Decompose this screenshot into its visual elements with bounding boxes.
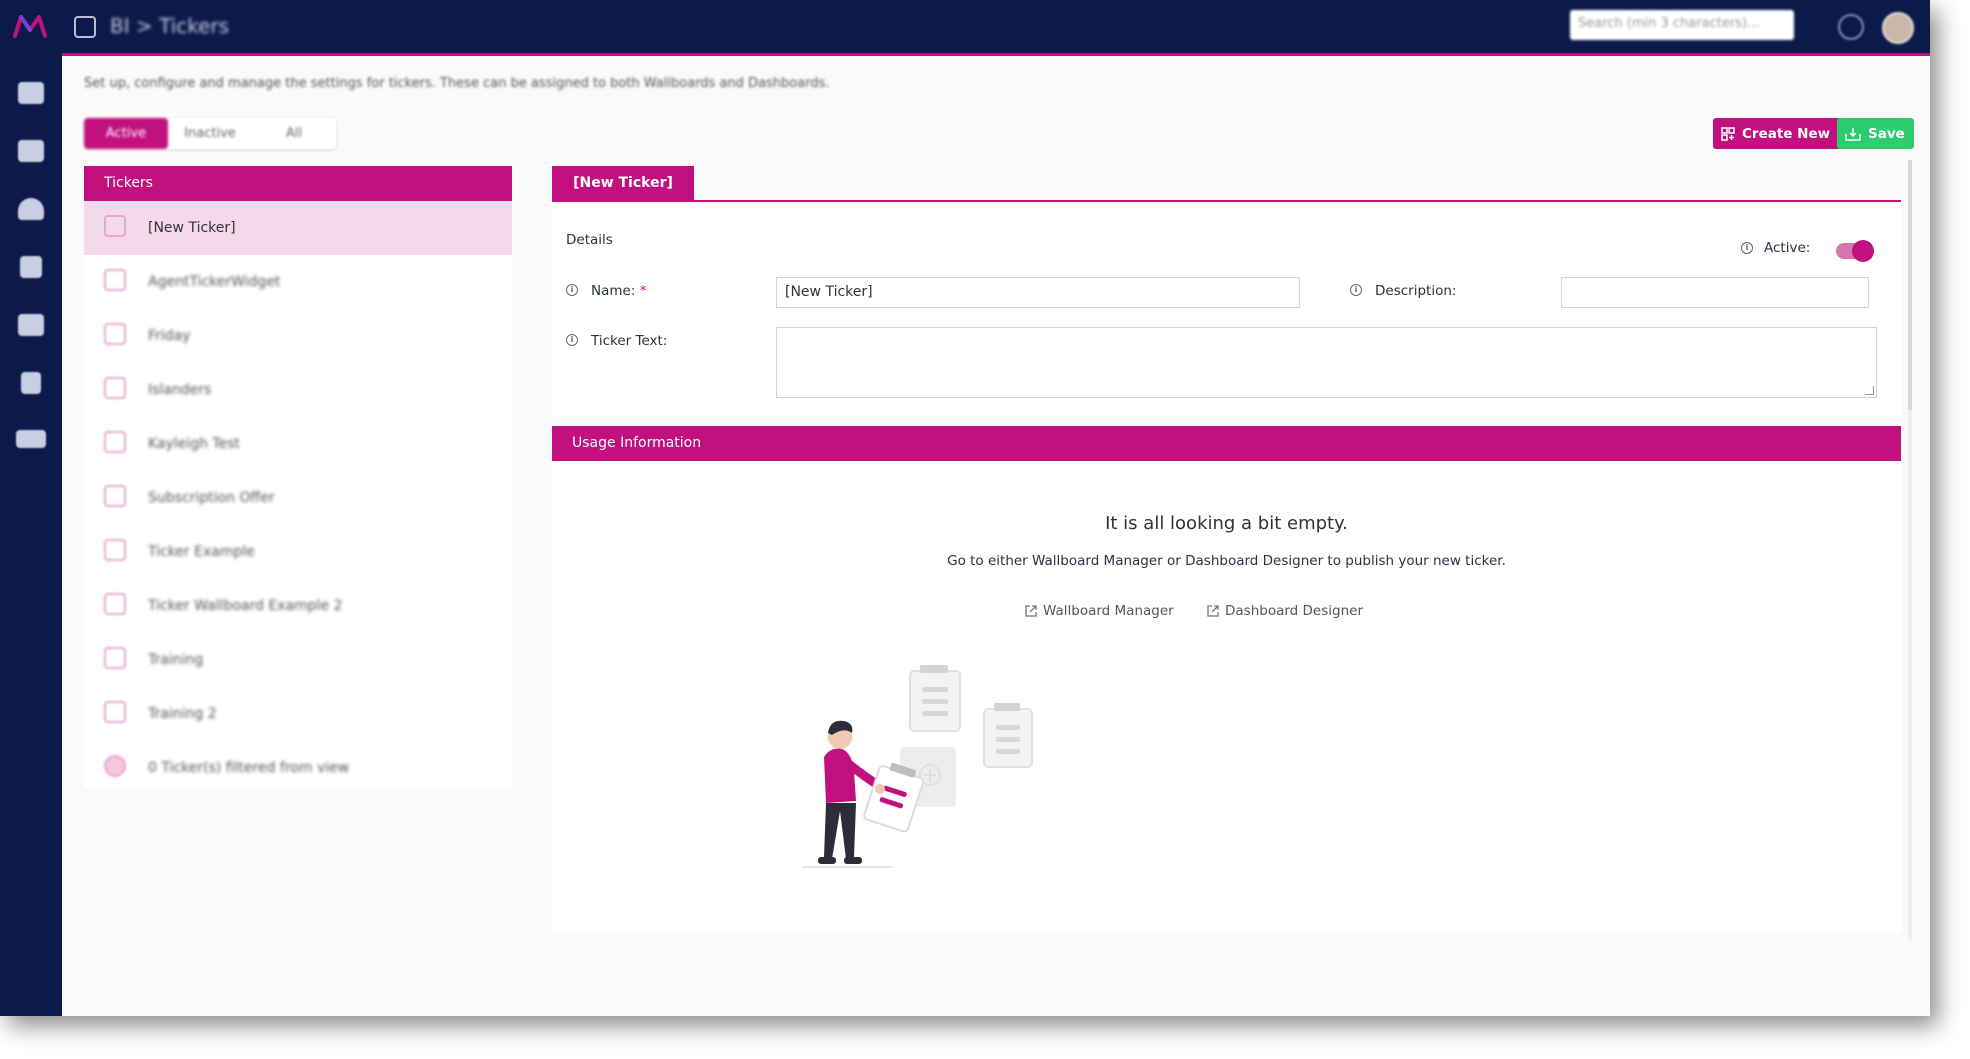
list-item[interactable]: Subscription Offer <box>84 471 512 525</box>
top-bar: BI > Tickers Search (min 3 characters)..… <box>0 0 1930 56</box>
usage-info-panel: It is all looking a bit empty. Go to eit… <box>552 461 1901 933</box>
tab-new-ticker[interactable]: [New Ticker] <box>552 166 694 200</box>
dashboard-designer-link[interactable]: Dashboard Designer <box>1206 603 1363 619</box>
save-button[interactable]: Save <box>1837 118 1914 149</box>
filtered-count-item: 0 Ticker(s) filtered from view <box>84 741 512 795</box>
tab-inactive[interactable]: Inactive <box>168 118 252 149</box>
list-item[interactable]: Friday <box>84 309 512 363</box>
list-item[interactable]: Ticker Wallboard Example 2 <box>84 579 512 633</box>
ticker-note-icon <box>104 593 126 615</box>
description-info-icon[interactable]: i <box>1350 284 1362 296</box>
dashboard-designer-label: Dashboard Designer <box>1225 603 1363 619</box>
name-label-text: Name: <box>591 283 636 299</box>
ticker-note-icon <box>104 485 126 507</box>
grid-icon[interactable] <box>18 140 44 162</box>
active-label: Active: <box>1764 240 1811 256</box>
tab-all[interactable]: All <box>252 118 336 149</box>
name-info-icon[interactable]: i <box>566 284 578 296</box>
save-icon <box>1845 127 1861 141</box>
details-panel: Details i Active: i Name: * [New Ticker]… <box>552 208 1901 416</box>
external-link-icon <box>1025 605 1037 617</box>
required-mark: * <box>639 283 647 299</box>
tickers-list: Tickers [New Ticker] AgentTickerWidget F… <box>84 166 512 788</box>
ticker-note-icon <box>104 377 126 399</box>
ticker-note-icon <box>104 539 126 561</box>
usage-info-header: Usage Information <box>552 426 1901 461</box>
ticker-note-icon <box>104 647 126 669</box>
document-icon[interactable] <box>21 372 41 394</box>
topbar-accent-line <box>62 53 1930 56</box>
page-description: Set up, configure and manage the setting… <box>84 76 830 91</box>
empty-state-illustration <box>802 665 1033 868</box>
empty-subtitle: Go to either Wallboard Manager or Dashbo… <box>947 553 1506 569</box>
list-item[interactable]: Ticker Example <box>84 525 512 579</box>
ticker-note-icon <box>104 269 126 291</box>
name-field[interactable]: [New Ticker] <box>776 277 1300 308</box>
active-toggle[interactable] <box>1836 240 1874 262</box>
list-item[interactable]: AgentTickerWidget <box>84 255 512 309</box>
search-input[interactable]: Search (min 3 characters)... <box>1570 10 1794 40</box>
list-item[interactable]: Kayleigh Test <box>84 417 512 471</box>
page-icon <box>74 16 96 38</box>
active-info-icon[interactable]: i <box>1741 242 1753 254</box>
save-label: Save <box>1868 125 1905 142</box>
ticker-note-icon <box>104 431 126 453</box>
database-icon[interactable] <box>20 256 42 278</box>
description-field[interactable] <box>1561 277 1869 308</box>
details-title: Details <box>566 232 613 248</box>
settings-icon[interactable] <box>16 430 46 448</box>
grid-add-icon <box>1721 126 1735 141</box>
description-label: Description: <box>1375 283 1457 299</box>
list-item[interactable]: Training 2 <box>84 687 512 741</box>
filter-icon <box>104 755 126 777</box>
tickers-list-header: Tickers <box>84 166 512 201</box>
status-filter-tabs: Active Inactive All <box>84 118 336 149</box>
app-window: BI > Tickers Search (min 3 characters)..… <box>0 0 1930 1016</box>
list-item[interactable]: [New Ticker] <box>84 201 512 255</box>
ticker-note-icon <box>104 323 126 345</box>
list-item[interactable]: Islanders <box>84 363 512 417</box>
ticker-note-icon <box>104 215 126 237</box>
create-new-label: Create New <box>1742 125 1831 142</box>
breadcrumb: BI > Tickers <box>110 14 230 38</box>
ticker-text-field[interactable] <box>776 327 1877 398</box>
home-icon[interactable] <box>18 82 44 104</box>
editor-tabstrip: [New Ticker] <box>552 166 1901 202</box>
list-item[interactable]: Training <box>84 633 512 687</box>
external-link-icon <box>1207 605 1219 617</box>
wallboard-manager-link[interactable]: Wallboard Manager <box>1024 603 1174 619</box>
user-icon[interactable] <box>18 314 44 336</box>
help-icon[interactable] <box>1838 14 1864 40</box>
ticker-note-icon <box>104 701 126 723</box>
ticker-text-info-icon[interactable]: i <box>566 334 578 346</box>
resize-handle[interactable] <box>1865 386 1874 395</box>
empty-title: It is all looking a bit empty. <box>1105 513 1348 534</box>
brand-logo-icon[interactable] <box>12 12 48 40</box>
ticker-text-label: Ticker Text: <box>591 333 668 349</box>
wallboard-manager-label: Wallboard Manager <box>1043 603 1174 619</box>
toggle-knob <box>1852 240 1874 262</box>
scrollbar-thumb[interactable] <box>1908 160 1912 410</box>
avatar[interactable] <box>1882 12 1914 44</box>
name-label: Name: * <box>591 283 646 299</box>
tab-active[interactable]: Active <box>84 118 168 149</box>
sidebar <box>0 56 62 1016</box>
gauge-icon[interactable] <box>18 198 44 220</box>
